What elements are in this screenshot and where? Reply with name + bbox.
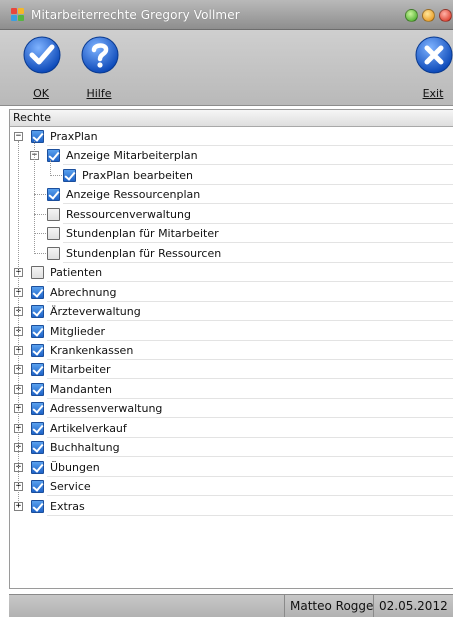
checkbox-checked[interactable]	[31, 460, 44, 474]
minimize-icon[interactable]	[422, 9, 435, 22]
column-header-rechte[interactable]: Rechte	[10, 110, 453, 127]
status-date: 02.05.2012	[373, 595, 453, 617]
checkbox-checked[interactable]	[47, 149, 60, 163]
close-icon[interactable]	[439, 9, 452, 22]
tree-node-cell	[47, 497, 453, 516]
tree-node-label: Mandanten	[50, 382, 112, 396]
tree-node-label: PraxPlan	[50, 130, 98, 143]
checkbox-checked[interactable]	[63, 168, 76, 182]
title-bar[interactable]: Mitarbeiterrechte Gregory Vollmer	[0, 0, 453, 30]
tree-node-label: Adressenverwaltung	[50, 402, 163, 416]
tree-node[interactable]: Anzeige Ressourcenplan	[10, 185, 453, 205]
tree-node[interactable]: PraxPlan bearbeiten	[10, 166, 453, 185]
tree-node-label: Krankenkassen	[50, 343, 134, 357]
expand-plus-icon[interactable]: +	[14, 501, 23, 511]
exit-button[interactable]: Exit	[408, 35, 453, 103]
tree-node[interactable]: + Buchhaltung	[10, 438, 453, 458]
checkbox-checked[interactable]	[47, 188, 60, 202]
checkbox-checked[interactable]	[31, 285, 44, 299]
tree-node[interactable]: + Übungen	[10, 458, 453, 477]
tree-node[interactable]: + Adressenverwaltung	[10, 399, 453, 419]
status-bar: Matteo Rogge 02.05.2012	[9, 594, 453, 617]
tree-node-label: Abrechnung	[50, 285, 117, 299]
checkbox-checked[interactable]	[31, 402, 44, 416]
rights-tree: − PraxPlan − Anzeige Mitarbeiterplan PraxPla…	[10, 127, 453, 588]
checkbox-unchecked[interactable]	[31, 266, 44, 280]
x-circle-icon	[415, 36, 453, 74]
tree-node[interactable]: Ressourcenverwaltung	[10, 205, 453, 224]
checkbox-checked[interactable]	[31, 480, 44, 494]
tree-node[interactable]: + Mandanten	[10, 380, 453, 399]
status-user: Matteo Rogge	[284, 595, 378, 617]
ok-button[interactable]: OK	[16, 35, 66, 103]
checkbox-checked[interactable]	[31, 363, 44, 377]
checkbox-checked[interactable]	[31, 324, 44, 338]
toolbar: OK Hilfe Exit	[0, 30, 453, 106]
tree-node-label: Übungen	[50, 460, 100, 474]
checkbox-checked[interactable]	[31, 499, 44, 513]
window-title: Mitarbeiterrechte Gregory Vollmer	[31, 8, 240, 22]
tree-node[interactable]: + Ärzteverwaltung	[10, 302, 453, 322]
tree-node-cell	[47, 458, 453, 477]
help-button[interactable]: Hilfe	[74, 35, 124, 103]
tree-node[interactable]: + Mitglieder	[10, 322, 453, 341]
checkbox-checked[interactable]	[31, 441, 44, 455]
tree-node-label: Patienten	[50, 266, 103, 280]
tree-node[interactable]: Stundenplan für Mitarbeiter	[10, 224, 453, 244]
tree-node-label: Extras	[50, 499, 85, 513]
tree-node-cell	[47, 127, 453, 146]
question-circle-icon	[81, 36, 119, 74]
exit-label: Exit	[422, 87, 444, 100]
tree-node-label: PraxPlan bearbeiten	[82, 168, 193, 182]
checkbox-checked[interactable]	[31, 382, 44, 396]
tree-node-label: Mitarbeiter	[50, 363, 111, 377]
tree-node[interactable]: + Service	[10, 477, 453, 497]
tree-node[interactable]: + Patienten	[10, 263, 453, 283]
tree-node-label: Stundenplan für Ressourcen	[66, 246, 222, 260]
checkbox-checked[interactable]	[31, 421, 44, 435]
checkbox-unchecked[interactable]	[47, 207, 60, 221]
tree-node-label: Anzeige Mitarbeiterplan	[66, 149, 198, 163]
checkbox-unchecked[interactable]	[47, 227, 60, 241]
tree-node-cell	[47, 322, 453, 341]
tree-node-cell	[47, 477, 453, 497]
tree-node[interactable]: + Abrechnung	[10, 283, 453, 302]
collapse-minus-icon[interactable]: −	[14, 132, 23, 141]
tree-node[interactable]: + Mitarbeiter	[10, 360, 453, 380]
tree-node[interactable]: + Extras	[10, 497, 453, 516]
checkbox-unchecked[interactable]	[47, 246, 60, 260]
checkbox-checked[interactable]	[31, 343, 44, 357]
tree-node-label: Service	[50, 480, 91, 494]
tree-node-cell	[47, 263, 453, 283]
app-grid-icon	[11, 8, 25, 22]
help-label: Hilfe	[86, 87, 112, 100]
ok-label: OK	[33, 87, 49, 100]
tree-node[interactable]: − PraxPlan	[10, 127, 453, 146]
rights-tree-view[interactable]: Rechte − PraxPlan − Anzeige Mitarbeiterplan…	[9, 109, 453, 589]
tree-node[interactable]: Stundenplan für Ressourcen	[10, 244, 453, 263]
tree-node[interactable]: + Artikelverkauf	[10, 419, 453, 438]
tree-node-label: Artikelverkauf	[50, 421, 127, 435]
checkbox-checked[interactable]	[31, 130, 44, 143]
tree-node-label: Mitglieder	[50, 324, 105, 338]
tree-node-label: Stundenplan für Mitarbeiter	[66, 227, 219, 241]
check-circle-icon	[23, 36, 61, 74]
tree-node-label: Anzeige Ressourcenplan	[66, 188, 201, 202]
checkbox-checked[interactable]	[31, 305, 44, 319]
tree-node[interactable]: + Krankenkassen	[10, 341, 453, 360]
tree-node-label: Ärzteverwaltung	[50, 305, 141, 319]
tree-node[interactable]: − Anzeige Mitarbeiterplan	[10, 146, 453, 166]
tree-node-label: Ressourcenverwaltung	[66, 207, 191, 221]
tree-node-label: Buchhaltung	[50, 441, 120, 455]
maximize-icon[interactable]	[405, 9, 418, 22]
